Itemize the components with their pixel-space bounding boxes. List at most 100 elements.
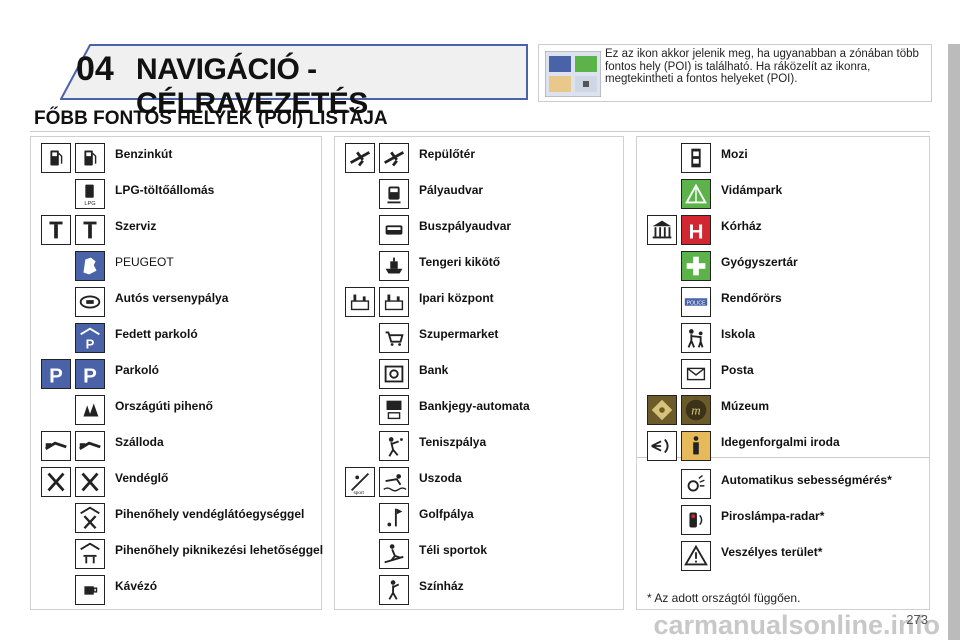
rest-area-restaurant-icon: [75, 503, 105, 533]
poi-label: Téli sportok: [419, 543, 488, 557]
poi-row: Kávézó: [31, 573, 321, 607]
poi-row: P P Parkoló: [31, 357, 321, 391]
poi-row: PEUGEOT: [31, 249, 321, 283]
poi-row: Pályaudvar: [335, 177, 623, 211]
hospital-building-icon: [647, 215, 677, 245]
pharmacy-icon: [681, 251, 711, 281]
poi-label: Színház: [419, 579, 464, 593]
svg-text:POLICE: POLICE: [687, 300, 706, 306]
poi-label: Piroslámpa-radar*: [721, 509, 825, 523]
info-icon: [681, 431, 711, 461]
atm-icon: [379, 395, 409, 425]
peugeot-lion-icon: [75, 251, 105, 281]
poi-row: m Múzeum: [637, 393, 929, 427]
section-title: FŐBB FONTOS HELYEK (POI) LISTÁJA: [34, 108, 388, 129]
poi-label: Országúti pihenő: [115, 399, 214, 413]
poi-row: Bank: [335, 357, 623, 391]
post-office-icon: [681, 359, 711, 389]
poi-label: LPG-töltőállomás: [115, 183, 215, 197]
poi-label: Bankjegy-automata: [419, 399, 530, 413]
poi-label: Tengeri kikötő: [419, 255, 501, 269]
poi-row: Ipari központ: [335, 285, 623, 319]
poi-label: Autós versenypálya: [115, 291, 229, 305]
poi-label: Automatikus sebességmérés*: [721, 473, 892, 487]
poi-row: Országúti pihenő: [31, 393, 321, 427]
poi-row: Gyógyszertár: [637, 249, 929, 283]
poi-label: Vendéglő: [115, 471, 169, 485]
poi-column-3: * Az adott országtól függően. Mozi Vidámp…: [636, 136, 930, 610]
poi-row: Veszélyes terület*: [637, 539, 929, 573]
poi-label: Golfpálya: [419, 507, 474, 521]
swimming-icon: [379, 467, 409, 497]
industrial-zone-icon: [379, 287, 409, 317]
seaport-icon: [379, 251, 409, 281]
info-box: Ez az ikon akkor jelenik meg, ha ugyanab…: [538, 44, 932, 102]
tourist-info-icon: [647, 431, 677, 461]
museum-icon: [647, 395, 677, 425]
poi-row: Mozi: [637, 141, 929, 175]
poi-row: Teniszpálya: [335, 429, 623, 463]
fuel-icon: [41, 143, 71, 173]
museum-icon-2: m: [681, 395, 711, 425]
poi-label: Repülőtér: [419, 147, 476, 161]
supermarket-icon: [379, 323, 409, 353]
covered-parking-icon: P: [75, 323, 105, 353]
poi-label: Rendőrörs: [721, 291, 782, 305]
amusement-park-icon: [681, 179, 711, 209]
poi-row: H Kórház: [637, 213, 929, 247]
poi-row: sport Uszoda: [335, 465, 623, 499]
poi-label: Pihenőhely piknikezési lehetőséggel: [115, 543, 324, 557]
poi-label: Veszélyes terület*: [721, 545, 823, 559]
poi-label: Kávézó: [115, 579, 158, 593]
poi-label: Szálloda: [115, 435, 164, 449]
sport-icon: sport: [345, 467, 375, 497]
poi-row: Tengeri kikötő: [335, 249, 623, 283]
poi-row: Buszpályaudvar: [335, 213, 623, 247]
bus-station-icon: [379, 215, 409, 245]
page-edge-bar: [948, 44, 960, 640]
poi-row: Repülőtér: [335, 141, 623, 175]
danger-zone-icon: [681, 541, 711, 571]
poi-label: Gyógyszertár: [721, 255, 798, 269]
poi-row: Téli sportok: [335, 537, 623, 571]
poi-row: Autós versenypálya: [31, 285, 321, 319]
poi-row: Vendéglő: [31, 465, 321, 499]
poi-row: Iskola: [637, 321, 929, 355]
poi-row: Pihenőhely vendéglátóegységgel: [31, 501, 321, 535]
poi-row: Idegenforgalmi iroda: [637, 429, 929, 463]
poi-row: Vidámpark: [637, 177, 929, 211]
info-text: Ez az ikon akkor jelenik meg, ha ugyanab…: [605, 48, 919, 85]
poi-label: Pihenőhely vendéglátóegységgel: [115, 507, 305, 521]
poi-label: Posta: [721, 363, 754, 377]
poi-row: Pihenőhely piknikezési lehetőséggel: [31, 537, 324, 571]
service-icon: [75, 215, 105, 245]
theatre-icon: [379, 575, 409, 605]
hospital-cross-icon: H: [681, 215, 711, 245]
parking-icon: P: [75, 359, 105, 389]
svg-text:P: P: [83, 364, 97, 387]
airport-icon: [345, 143, 375, 173]
poi-label: Idegenforgalmi iroda: [721, 435, 840, 449]
page-number: 273: [906, 612, 928, 627]
watermark: carmanualsonline.info: [653, 610, 940, 640]
speed-camera-icon: [681, 469, 711, 499]
picnic-area-icon: [75, 539, 105, 569]
poi-row: Posta: [637, 357, 929, 391]
parking-icon: P: [41, 359, 71, 389]
poi-label: Ipari központ: [419, 291, 494, 305]
airport-icon: [379, 143, 409, 173]
poi-label: Benzinkút: [115, 147, 173, 161]
bank-icon: [379, 359, 409, 389]
red-light-camera-icon: [681, 505, 711, 535]
section-divider: [30, 131, 930, 132]
tennis-icon: [379, 431, 409, 461]
poi-row: Benzinkút: [31, 141, 321, 175]
poi-label: Teniszpálya: [419, 435, 487, 449]
poi-label: Szerviz: [115, 219, 157, 233]
fuel-icon: [75, 143, 105, 173]
poi-label: Iskola: [721, 327, 756, 341]
poi-row: POLICE Rendőrörs: [637, 285, 929, 319]
poi-row: Golfpálya: [335, 501, 623, 535]
footnote: * Az adott országtól függően.: [647, 591, 801, 605]
poi-label: Bank: [419, 363, 449, 377]
